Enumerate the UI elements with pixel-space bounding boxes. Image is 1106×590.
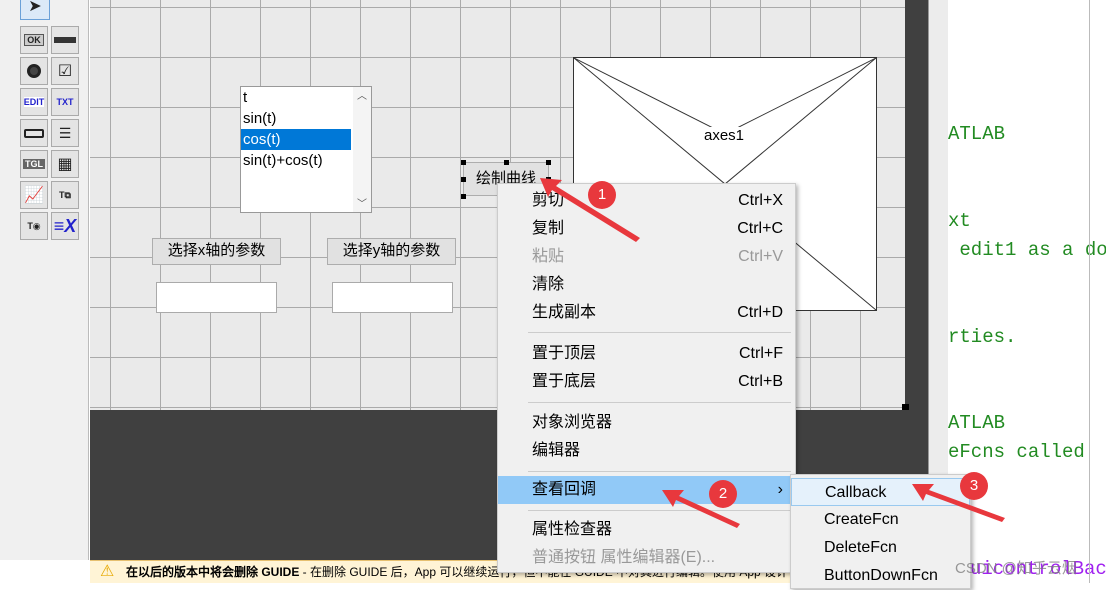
- annotation-badge-2: 2: [709, 480, 737, 508]
- annotation-badge-3: 3: [960, 472, 988, 500]
- annotation-arrows: [540, 178, 1005, 528]
- watermark: CSDN @知乎云烟: [955, 560, 1077, 577]
- annotation-badge-1: 1: [588, 181, 616, 209]
- arrow-3: [912, 484, 1005, 522]
